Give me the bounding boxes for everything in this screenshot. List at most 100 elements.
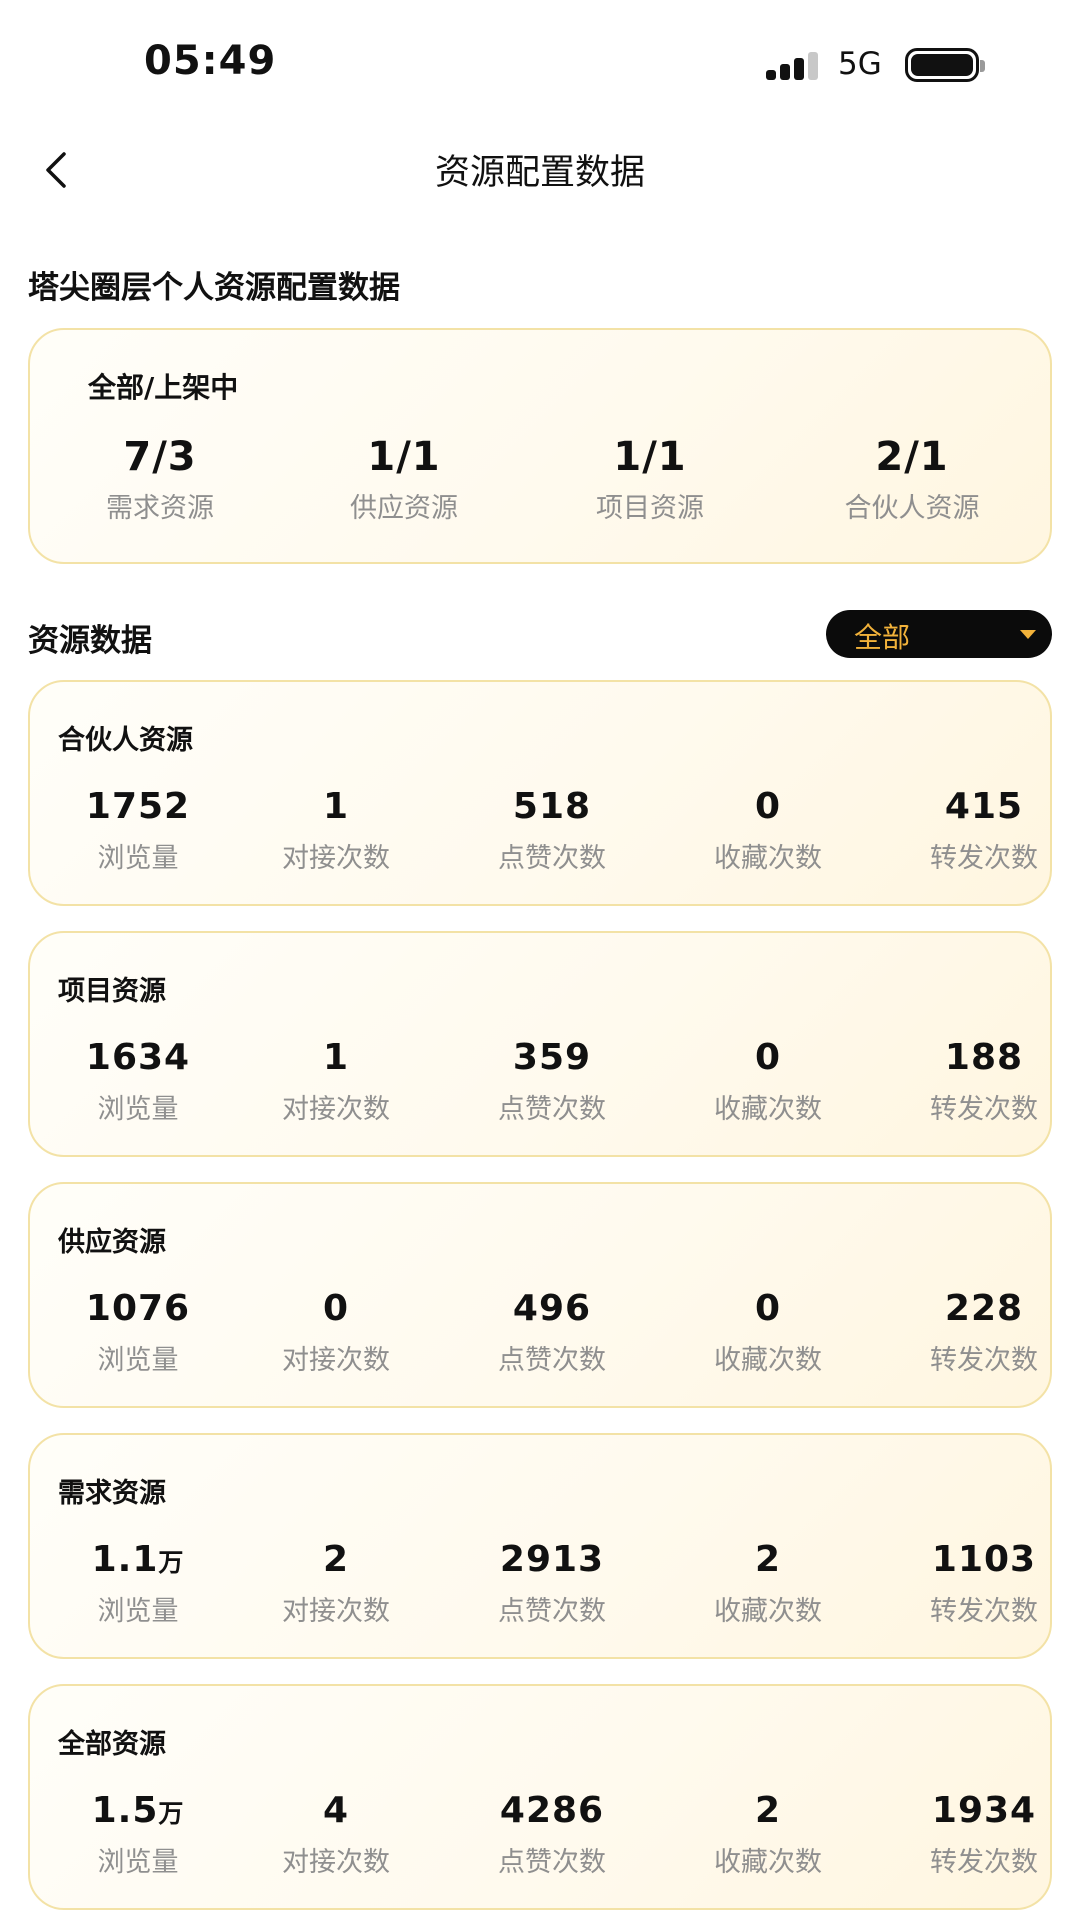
stat-label: 收藏次数 bbox=[714, 1094, 822, 1125]
nav-bar: 资源配置数据 bbox=[0, 130, 1080, 210]
summary-value: 1/1 bbox=[367, 434, 441, 480]
summary-section-title: 塔尖圈层个人资源配置数据 bbox=[28, 270, 400, 306]
stat-value: 2913 bbox=[499, 1539, 605, 1580]
summary-item-supply: 1/1 供应资源 bbox=[304, 434, 504, 525]
stat-label: 浏览量 bbox=[97, 1847, 179, 1878]
stat-likes: 518 点赞次数 bbox=[462, 786, 642, 875]
summary-value: 2/1 bbox=[875, 434, 949, 480]
stat-card-title: 项目资源 bbox=[58, 976, 166, 1007]
stat-label: 浏览量 bbox=[97, 1596, 179, 1627]
stat-label: 对接次数 bbox=[282, 1596, 390, 1627]
stat-value: 0 bbox=[754, 1037, 782, 1078]
page-title: 资源配置数据 bbox=[434, 153, 645, 193]
stat-card-project: 项目资源 1634 浏览量 1 对接次数 359 点赞次数 0 收藏次数 188 转发次数 bbox=[28, 931, 1052, 1157]
battery-icon bbox=[905, 48, 985, 82]
stat-value: 4 bbox=[322, 1790, 350, 1831]
stat-views: 1634 浏览量 bbox=[48, 1037, 228, 1126]
status-time: 05:49 bbox=[144, 38, 277, 84]
stat-label: 浏览量 bbox=[97, 1094, 179, 1125]
stat-label: 点赞次数 bbox=[498, 1847, 606, 1878]
stat-label: 转发次数 bbox=[930, 1094, 1038, 1125]
stat-value: 4286 bbox=[499, 1790, 605, 1831]
stat-value: 188 bbox=[944, 1037, 1024, 1078]
stat-value: 2 bbox=[754, 1539, 782, 1580]
stat-shares: 1103 转发次数 bbox=[894, 1539, 1074, 1628]
stat-connects: 1 对接次数 bbox=[246, 786, 426, 875]
stat-label: 点赞次数 bbox=[498, 1094, 606, 1125]
signal-icon bbox=[766, 50, 822, 80]
filter-dropdown[interactable]: 全部 bbox=[826, 610, 1052, 658]
stat-connects: 0 对接次数 bbox=[246, 1288, 426, 1377]
summary-item-partner: 2/1 合伙人资源 bbox=[812, 434, 1012, 525]
status-bar: 05:49 5G bbox=[0, 0, 1080, 130]
summary-card: 全部/上架中 7/3 需求资源 1/1 供应资源 1/1 项目资源 2/1 合伙… bbox=[28, 328, 1052, 564]
caret-down-icon bbox=[1020, 630, 1036, 639]
stat-value: 1934 bbox=[931, 1790, 1037, 1831]
stat-card-title: 合伙人资源 bbox=[58, 725, 193, 756]
stat-value: 2 bbox=[754, 1790, 782, 1831]
stat-shares: 228 转发次数 bbox=[894, 1288, 1074, 1377]
stat-views: 1076 浏览量 bbox=[48, 1288, 228, 1377]
stat-views: 1.1万浏览量 bbox=[48, 1539, 228, 1628]
stat-likes: 2913 点赞次数 bbox=[462, 1539, 642, 1628]
summary-item-project: 1/1 项目资源 bbox=[550, 434, 750, 525]
stat-value: 1752 bbox=[85, 786, 191, 827]
filter-selected-label: 全部 bbox=[854, 621, 911, 654]
stat-connects: 1 对接次数 bbox=[246, 1037, 426, 1126]
stat-value: 359 bbox=[512, 1037, 592, 1078]
summary-item-demand: 7/3 需求资源 bbox=[60, 434, 260, 525]
stat-value: 2 bbox=[322, 1539, 350, 1580]
stat-label: 转发次数 bbox=[930, 1596, 1038, 1627]
stat-label: 点赞次数 bbox=[498, 843, 606, 874]
summary-label: 全部/上架中 bbox=[88, 371, 239, 404]
stat-value: 0 bbox=[322, 1288, 350, 1329]
stat-label: 点赞次数 bbox=[498, 1345, 606, 1376]
stat-shares: 415 转发次数 bbox=[894, 786, 1074, 875]
stat-label: 转发次数 bbox=[930, 1847, 1038, 1878]
summary-item-label: 合伙人资源 bbox=[844, 493, 980, 524]
stat-likes: 496 点赞次数 bbox=[462, 1288, 642, 1377]
stat-value: 1 bbox=[322, 786, 350, 827]
stat-favorites: 0 收藏次数 bbox=[678, 1037, 858, 1126]
summary-value: 1/1 bbox=[613, 434, 687, 480]
stat-value: 1634 bbox=[85, 1037, 191, 1078]
stat-label: 对接次数 bbox=[282, 1847, 390, 1878]
stat-label: 收藏次数 bbox=[714, 843, 822, 874]
stat-label: 对接次数 bbox=[282, 1094, 390, 1125]
stat-value: 228 bbox=[944, 1288, 1024, 1329]
stat-value: 518 bbox=[512, 786, 592, 827]
stat-card-supply: 供应资源 1076 浏览量 0 对接次数 496 点赞次数 0 收藏次数 228 转发次数 bbox=[28, 1182, 1052, 1408]
summary-item-label: 需求资源 bbox=[106, 493, 214, 524]
stat-views: 1.5万 浏览量 bbox=[48, 1790, 228, 1879]
stat-label: 收藏次数 bbox=[714, 1847, 822, 1878]
stat-value: 1.1万 bbox=[91, 1539, 185, 1580]
stat-label: 收藏次数 bbox=[714, 1596, 822, 1627]
stat-label: 浏览量 bbox=[97, 843, 179, 874]
stat-label: 转发次数 bbox=[930, 1345, 1038, 1376]
stat-connects: 4 对接次数 bbox=[246, 1790, 426, 1879]
stat-favorites: 2 收藏次数 bbox=[678, 1539, 858, 1628]
stat-likes: 359 点赞次数 bbox=[462, 1037, 642, 1126]
stat-value: 0 bbox=[754, 786, 782, 827]
stat-card-title: 全部资源 bbox=[58, 1729, 166, 1760]
stat-card-partner: 合伙人资源 1752 浏览量 1 对接次数 518 点赞次数 0 收藏次数 415 转发次… bbox=[28, 680, 1052, 906]
stat-label: 浏览量 bbox=[97, 1345, 179, 1376]
stat-card-title: 供应资源 bbox=[58, 1227, 166, 1258]
stat-card-all: 全部资源 1.5万 浏览量 4 对接次数 4286 点赞次数 2 收藏次数 1934 转发… bbox=[28, 1684, 1052, 1910]
stat-card-title: 需求资源 bbox=[58, 1478, 166, 1509]
stat-shares: 1934 转发次数 bbox=[894, 1790, 1074, 1879]
summary-value: 7/3 bbox=[123, 434, 197, 480]
stat-card-demand: 需求资源 1.1万浏览量 2 对接次数 2913 点赞次数 2 收藏次数 1103 转发… bbox=[28, 1433, 1052, 1659]
stat-value: 1076 bbox=[85, 1288, 191, 1329]
stat-likes: 4286 点赞次数 bbox=[462, 1790, 642, 1879]
network-type: 5G bbox=[838, 46, 882, 82]
stat-label: 收藏次数 bbox=[714, 1345, 822, 1376]
stat-value: 0 bbox=[754, 1288, 782, 1329]
stat-label: 对接次数 bbox=[282, 1345, 390, 1376]
stat-shares: 188 转发次数 bbox=[894, 1037, 1074, 1126]
summary-item-label: 供应资源 bbox=[350, 493, 458, 524]
stat-label: 转发次数 bbox=[930, 843, 1038, 874]
stat-favorites: 0 收藏次数 bbox=[678, 786, 858, 875]
stat-label: 对接次数 bbox=[282, 843, 390, 874]
stat-value: 1103 bbox=[931, 1539, 1037, 1580]
